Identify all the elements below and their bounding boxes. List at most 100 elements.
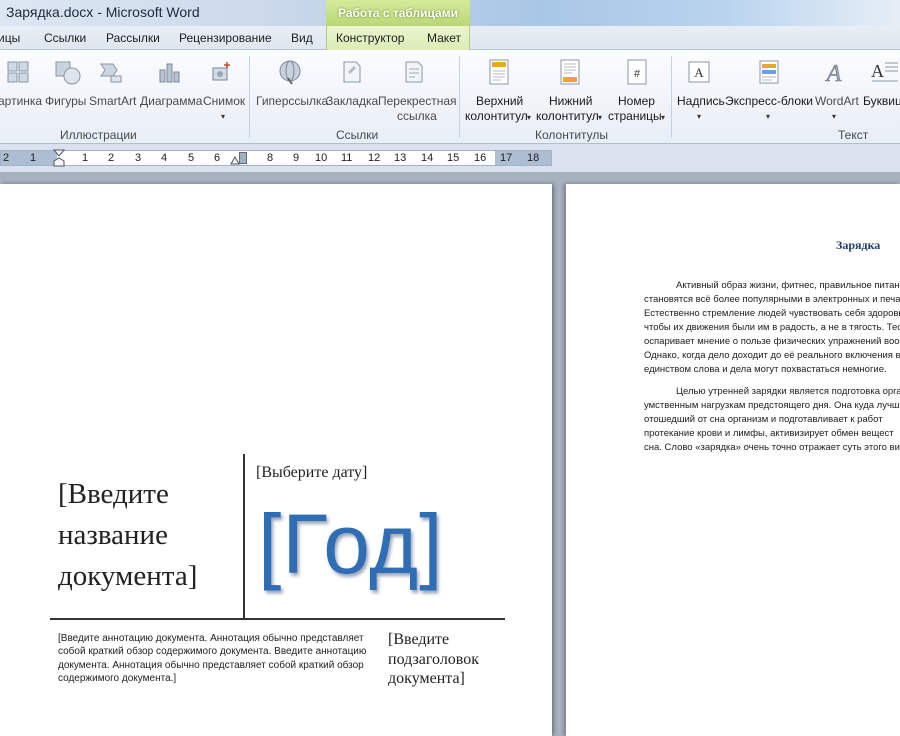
wordart-dropdown-icon: ▾: [832, 112, 837, 121]
paragraph-line: становятся всё более популярными в элект…: [644, 294, 900, 305]
page-number-label-line1: Номер: [618, 94, 655, 108]
contextual-tabs-background: Конструктор Макет: [326, 26, 470, 50]
footer-icon: [560, 59, 580, 85]
paragraph-line: Естественно стремление людей чувствовать…: [644, 308, 900, 319]
ruler-number: 3: [135, 152, 142, 164]
svg-text:A: A: [694, 65, 704, 80]
ruler-number: 12: [368, 152, 381, 164]
header-label-line1: Верхний: [476, 94, 524, 108]
illustrations-group-label: Иллюстрации: [60, 128, 137, 142]
header-dropdown-icon: ▾: [527, 113, 532, 122]
tab-layout[interactable]: Макет: [427, 31, 461, 45]
ruler-number: 13: [394, 152, 407, 164]
ruler-left-margin: [1, 151, 57, 165]
cover-page[interactable]: [Введите название документа] [Выберите д…: [0, 184, 552, 736]
content-page[interactable]: Зарядка Активный образ жизни, фитнес, пр…: [566, 184, 900, 736]
paragraph-line: Активный образ жизни, фитнес, правильное…: [676, 280, 900, 291]
document-workspace: [Введите название документа] [Выберите д…: [0, 172, 900, 736]
smartart-icon: [100, 63, 122, 83]
page-number-label-line2: страницы: [608, 109, 662, 123]
contextual-group-label: Работа с таблицами: [338, 6, 458, 20]
screenshot-dropdown-icon: ▾: [221, 112, 226, 121]
header-footer-group-label: Колонтитулы: [535, 128, 609, 142]
quickparts-dropdown-icon: ▾: [766, 112, 771, 121]
ruler-area: 2 1 1 2 3 4 5 6 8 9 10 11 12 13 14 15 16…: [0, 144, 900, 172]
window-title: Зарядка.docx - Microsoft Word: [6, 4, 200, 20]
title-bar: Зарядка.docx - Microsoft Word Работа с т…: [0, 0, 900, 26]
subtitle-placeholder[interactable]: [Введите подзаголовок документа]: [388, 630, 528, 689]
shapes-label: Фигуры: [45, 94, 87, 108]
ruler-number: 8: [267, 152, 274, 164]
ribbon: артинка Фигуры SmartArt Диаграмма Снимок…: [0, 50, 900, 144]
dropcap-icon: A: [871, 61, 898, 82]
paragraph-line: сна. Слово «зарядка» очень точно отражае…: [644, 442, 900, 453]
quickparts-icon: [759, 60, 779, 84]
bookmark-label: Закладка: [326, 94, 379, 108]
ruler-number: 15: [447, 152, 460, 164]
year-placeholder[interactable]: [Год]: [258, 494, 443, 594]
tab-design[interactable]: Конструктор: [336, 31, 404, 45]
ruler-number: 2: [3, 152, 10, 164]
page-heading: Зарядка: [836, 238, 881, 252]
crossref-label-line2: ссылка: [397, 109, 437, 123]
wordart-label: WordArt: [815, 94, 859, 108]
textbox-label: Надпись: [677, 94, 725, 108]
wordart-icon: A: [824, 61, 842, 85]
ruler-number: 17: [500, 152, 513, 164]
ruler-number: 5: [188, 152, 195, 164]
footer-dropdown-icon: ▾: [598, 113, 603, 122]
links-group-label: Ссылки: [336, 128, 379, 142]
ruler-number: 14: [421, 152, 434, 164]
tab-view[interactable]: Вид: [291, 31, 313, 45]
header-label-line2: колонтитул: [465, 109, 528, 123]
tab-references[interactable]: Ссылки: [44, 31, 86, 45]
svg-text:#: #: [634, 68, 641, 80]
hyperlink-icon: [279, 60, 301, 85]
ruler-number: 9: [293, 152, 300, 164]
table-column-marker[interactable]: [239, 152, 247, 164]
date-placeholder[interactable]: [Выберите дату]: [256, 464, 367, 482]
contextual-tab-group: Работа с таблицами: [326, 0, 470, 26]
paragraph-line: Однако, когда дело доходит до её реально…: [644, 350, 900, 361]
cover-horizontal-divider: [50, 618, 505, 620]
picture-icon: [7, 61, 29, 83]
svg-text:A: A: [825, 61, 842, 85]
screenshot-label: Снимок: [203, 94, 246, 108]
text-group-label: Текст: [838, 128, 869, 142]
paragraph-line: чтобы их движения были им в радость, а н…: [644, 322, 900, 333]
footer-label-line1: Нижний: [549, 94, 593, 108]
paragraph-line: единством слова и дела могут похвастатьс…: [644, 364, 887, 375]
smartart-label: SmartArt: [89, 94, 137, 108]
group-separator: [459, 56, 460, 138]
paragraph-line: отошедший от сна организм и подготавлива…: [644, 414, 883, 425]
document-title-placeholder[interactable]: [Введите название документа]: [58, 474, 248, 597]
textbox-icon: A: [688, 61, 710, 83]
screenshot-icon: [212, 62, 230, 81]
page-number-dropdown-icon: ▾: [661, 113, 666, 122]
quickparts-label: Экспресс-блоки: [725, 94, 813, 108]
textbox-dropdown-icon: ▾: [697, 112, 702, 121]
chart-icon: [159, 63, 180, 83]
footer-label-line2: колонтитул: [536, 109, 599, 123]
tab-review[interactable]: Рецензирование: [179, 31, 272, 45]
bookmark-icon: [343, 61, 361, 83]
cover-vertical-divider: [243, 454, 245, 618]
abstract-placeholder[interactable]: [Введите аннотацию документа. Аннотация …: [58, 632, 368, 686]
svg-text:A: A: [871, 61, 884, 81]
group-separator: [249, 56, 250, 138]
ruler-number: 16: [474, 152, 487, 164]
cross-reference-icon: [405, 61, 423, 83]
group-separator: [671, 56, 672, 138]
horizontal-ruler[interactable]: 2 1 1 2 3 4 5 6 8 9 10 11 12 13 14 15 16…: [0, 149, 552, 167]
ruler-number: 11: [341, 152, 353, 164]
hyperlink-label: Гиперссылка: [256, 94, 329, 108]
first-line-indent-marker-icon[interactable]: [53, 149, 65, 167]
crossref-label-line1: Перекрестная: [378, 94, 457, 108]
header-icon: [489, 59, 509, 85]
ruler-number: 1: [30, 152, 37, 164]
dropcap-label: Буквиц: [863, 94, 900, 108]
tab-mailings[interactable]: Рассылки: [106, 31, 160, 45]
tab-insert-partial[interactable]: ицы: [0, 31, 20, 45]
paragraph-line: оспаривает мнение о пользе физических уп…: [644, 336, 900, 347]
paragraph-line: протекание крови и лимфы, активизирует о…: [644, 428, 894, 439]
